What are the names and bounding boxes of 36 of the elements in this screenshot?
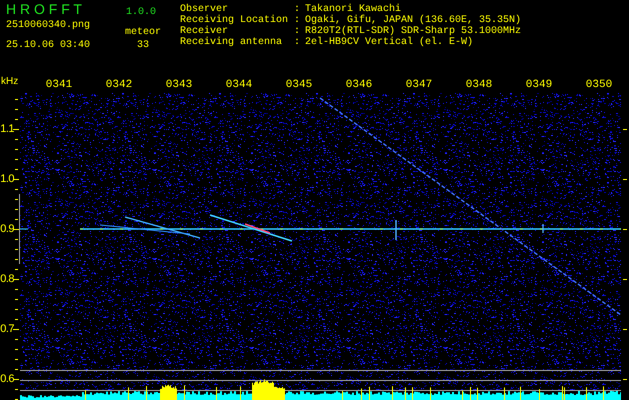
info-value: 2el-HB9CV Vertical (el. E-W)	[305, 37, 474, 48]
frequency-label: 1.1	[0, 122, 14, 136]
info-separator: :	[294, 26, 302, 37]
range-marker	[19, 194, 20, 264]
time-label: 0349	[526, 78, 552, 92]
time-label: 0346	[346, 78, 372, 92]
time-label: 0347	[406, 78, 432, 92]
app-version: 1.0.0	[126, 7, 156, 18]
info-label: Receiving Location	[180, 15, 290, 26]
app-title: H R O F F T	[6, 0, 83, 17]
date-time: 25.10.06 03:40	[6, 40, 92, 51]
frequency-label: 0.9	[0, 222, 14, 236]
time-label: 0343	[166, 78, 192, 92]
time-label: 0350	[586, 78, 612, 92]
frequency-label: 0.8	[0, 272, 14, 286]
frequency-label: 0.7	[0, 322, 14, 336]
time-label: 0348	[466, 78, 492, 92]
frequency-label: 1.0	[0, 172, 14, 186]
time-label: 0344	[226, 78, 252, 92]
info-value: Takanori Kawachi	[305, 4, 402, 15]
info-value: Ogaki, Gifu, JAPAN (136.60E, 35.35N)	[305, 15, 522, 26]
info-label: Receiving antenna	[180, 37, 284, 48]
info-separator: :	[294, 15, 302, 26]
info-separator: :	[294, 4, 302, 15]
info-label: Observer	[180, 4, 228, 15]
info-value: R820T2(RTL-SDR) SDR-Sharp 53.1000MHz	[305, 26, 522, 37]
info-separator: :	[294, 37, 302, 48]
time-label: 0342	[106, 78, 132, 92]
frequency-label: 0.6	[0, 372, 14, 386]
info-label: Receiver	[180, 26, 228, 37]
time-label: 0345	[286, 78, 312, 92]
meteor-count: 33	[136, 40, 149, 51]
meteor-label: meteor	[124, 27, 161, 38]
file-name: 2510060340.png	[6, 20, 92, 31]
frequency-unit: kHz	[0, 76, 20, 87]
time-label: 0341	[46, 78, 72, 92]
